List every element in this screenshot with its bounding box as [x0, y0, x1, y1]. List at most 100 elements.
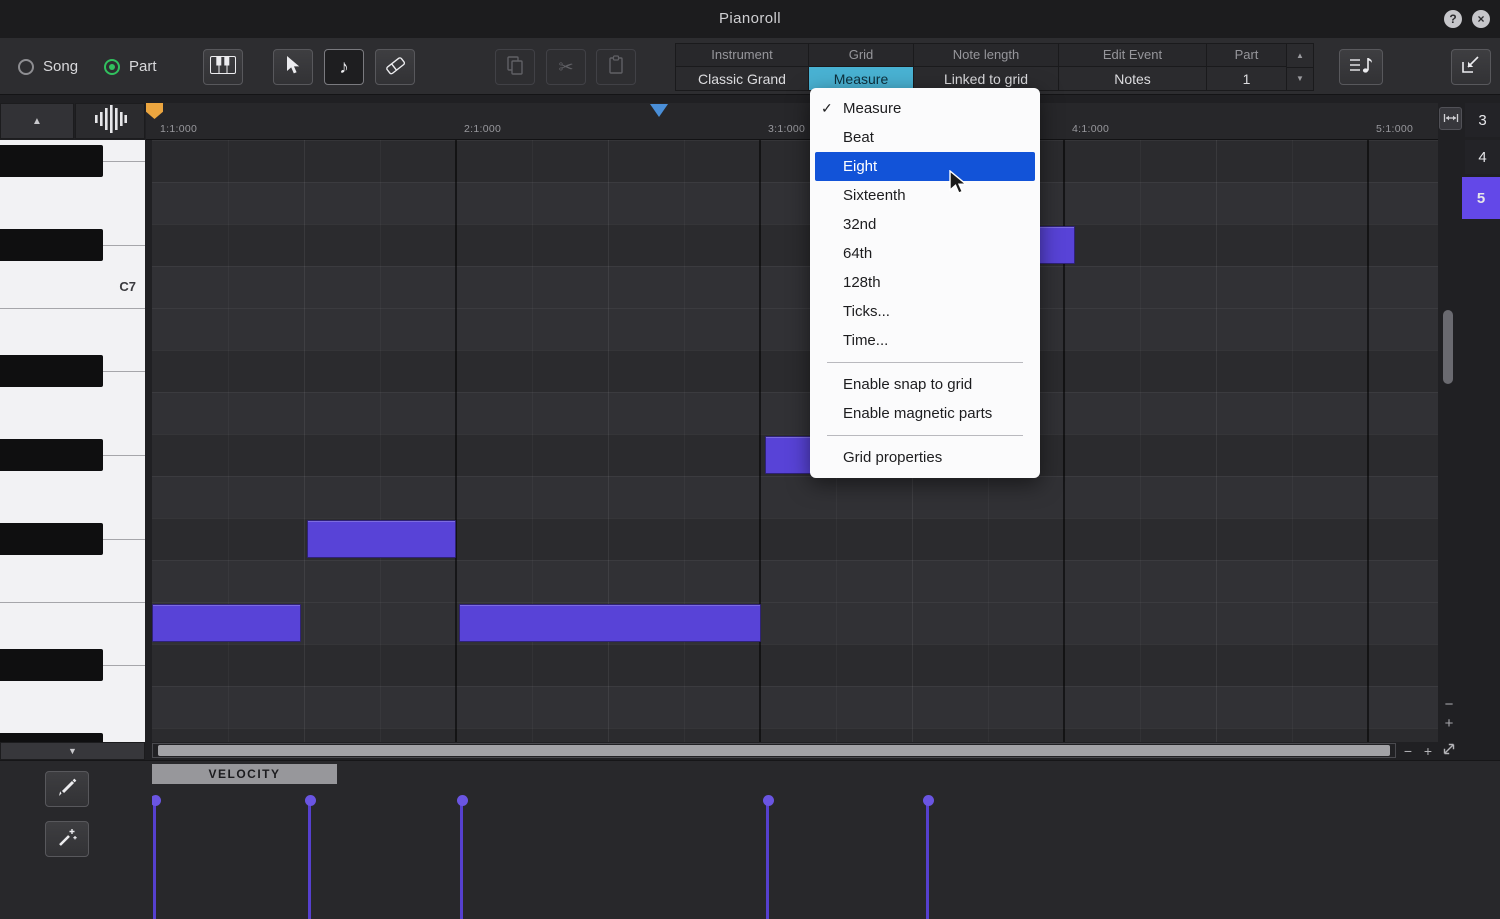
edit-event-header: Edit Event	[1059, 44, 1206, 66]
white-key-divider	[0, 602, 145, 603]
horizontal-scrollbar-handle[interactable]	[158, 745, 1390, 756]
velocity-stem-c-7[interactable]	[926, 801, 929, 919]
midi-note-f-6[interactable]	[307, 520, 456, 558]
menu-item-ticks[interactable]: Ticks...	[810, 297, 1040, 326]
note-tool-button[interactable]: ♪	[324, 49, 364, 85]
edit-event-value[interactable]: Notes	[1059, 66, 1206, 90]
menu-item-beat[interactable]: Beat	[810, 123, 1040, 152]
part-field[interactable]: Part 1	[1207, 44, 1287, 90]
velocity-handle-g-6[interactable]	[763, 795, 774, 806]
grid-row-d6	[152, 686, 1438, 728]
piano-key-c-6[interactable]	[0, 733, 103, 742]
title-bar: Pianoroll ? ×	[0, 0, 1500, 38]
part-value[interactable]: 1	[1207, 66, 1286, 90]
part-step-down-button[interactable]: ▼	[1287, 68, 1313, 91]
loop-start-marker[interactable]	[146, 103, 163, 119]
velocity-stem-g-6[interactable]	[766, 801, 769, 919]
grid-field[interactable]: Grid Measure	[809, 44, 914, 90]
grid-row-a6	[152, 392, 1438, 434]
cut-button[interactable]: ✂	[546, 49, 586, 85]
white-key-divider	[103, 161, 145, 162]
close-button[interactable]: ×	[1472, 10, 1490, 28]
grid-value[interactable]: Measure	[809, 66, 913, 90]
copy-button[interactable]	[495, 49, 535, 85]
part-tab-4[interactable]: 4	[1465, 140, 1500, 174]
measure-line	[759, 140, 761, 742]
scroll-up-button[interactable]: ▲	[0, 103, 74, 139]
piano-key-f-6[interactable]	[0, 523, 103, 555]
timeline-ruler[interactable]: 1:1:0002:1:0003:1:0004:1:0005:1:000	[146, 103, 1438, 140]
velocity-lane[interactable]	[152, 761, 1438, 919]
select-tool-button[interactable]	[273, 49, 313, 85]
menu-item-enable-magnetic-parts[interactable]: Enable magnetic parts	[810, 399, 1040, 428]
quantize-button[interactable]	[1339, 49, 1383, 85]
velocity-stem-e6[interactable]	[460, 801, 463, 919]
velocity-pencil-tool-button[interactable]	[45, 771, 89, 807]
vertical-zoom-out-button[interactable]: −	[1440, 695, 1458, 713]
dock-panel-button[interactable]	[1451, 49, 1491, 85]
velocity-stem-e6[interactable]	[153, 801, 156, 919]
midi-note-e6[interactable]	[152, 604, 301, 642]
beat-line	[1216, 140, 1217, 742]
menu-item-64th[interactable]: 64th	[810, 239, 1040, 268]
piano-key-a-6[interactable]	[0, 355, 103, 387]
piano-key-d-7[interactable]	[0, 145, 103, 177]
note-length-field[interactable]: Note length Linked to grid	[914, 44, 1059, 90]
grid-area[interactable]	[152, 140, 1438, 742]
menu-item-32nd[interactable]: 32nd	[810, 210, 1040, 239]
instrument-field[interactable]: Instrument Classic Grand	[676, 44, 809, 90]
grid-row-g6	[152, 476, 1438, 518]
menu-item-enable-snap-to-grid[interactable]: Enable snap to grid	[810, 370, 1040, 399]
song-radio[interactable]	[18, 59, 34, 75]
white-key-divider	[0, 308, 145, 309]
note-length-value[interactable]: Linked to grid	[914, 66, 1058, 90]
scroll-down-button[interactable]: ▼	[0, 742, 145, 760]
velocity-stem-f-6[interactable]	[308, 801, 311, 919]
horizontal-zoom-in-button[interactable]: +	[1419, 742, 1437, 760]
menu-item-time[interactable]: Time...	[810, 326, 1040, 355]
part-radio[interactable]	[104, 59, 120, 75]
piano-key-g-6[interactable]	[0, 439, 103, 471]
beat-line	[228, 140, 229, 742]
pianoroll-window: Pianoroll ? × Song Part ♪ ✂	[0, 0, 1500, 919]
horizontal-scrollbar[interactable]	[152, 743, 1396, 758]
part-step-up-button[interactable]: ▲	[1287, 44, 1313, 68]
keyboard-toggle-button[interactable]	[203, 49, 243, 85]
vertical-zoom-in-button[interactable]: +	[1440, 714, 1458, 732]
menu-item-label: Eight	[843, 158, 877, 175]
velocity-handle-f-6[interactable]	[305, 795, 316, 806]
eraser-tool-button[interactable]	[375, 49, 415, 85]
white-key-divider	[103, 665, 145, 666]
grid-header: Grid	[809, 44, 913, 66]
velocity-wand-tool-button[interactable]	[45, 821, 89, 857]
part-tab-5[interactable]: 5	[1462, 177, 1500, 219]
horizontal-zoom-out-button[interactable]: −	[1399, 742, 1417, 760]
zoom-fit-button[interactable]	[1440, 741, 1458, 759]
menu-item-grid-properties[interactable]: Grid properties	[810, 443, 1040, 472]
part-tab-3[interactable]: 3	[1465, 103, 1500, 137]
vertical-scrollbar[interactable]	[1443, 310, 1453, 384]
menu-item-label: Sixteenth	[843, 187, 906, 204]
velocity-handle-e6[interactable]	[152, 795, 161, 806]
edit-event-field[interactable]: Edit Event Notes	[1059, 44, 1207, 90]
measure-line	[455, 140, 457, 742]
piano-key-c-7[interactable]	[0, 229, 103, 261]
paste-button[interactable]	[596, 49, 636, 85]
piano-keyboard[interactable]: C7	[0, 140, 145, 742]
menu-item-128th[interactable]: 128th	[810, 268, 1040, 297]
playhead-marker[interactable]	[650, 104, 668, 117]
midi-note-e6[interactable]	[459, 604, 761, 642]
fit-width-button[interactable]	[1439, 107, 1462, 130]
waveform-view-button[interactable]	[75, 103, 145, 139]
menu-item-sixteenth[interactable]: Sixteenth	[810, 181, 1040, 210]
velocity-handle-c-7[interactable]	[923, 795, 934, 806]
menu-item-label: 64th	[843, 245, 872, 262]
instrument-value[interactable]: Classic Grand	[676, 66, 808, 90]
help-button[interactable]: ?	[1444, 10, 1462, 28]
velocity-handle-e6[interactable]	[457, 795, 468, 806]
menu-item-measure[interactable]: ✓Measure	[810, 94, 1040, 123]
menu-item-eight[interactable]: Eight	[815, 152, 1035, 181]
grid-row-b6	[152, 308, 1438, 350]
piano-key-d-6[interactable]	[0, 649, 103, 681]
piano-icon	[210, 56, 236, 79]
